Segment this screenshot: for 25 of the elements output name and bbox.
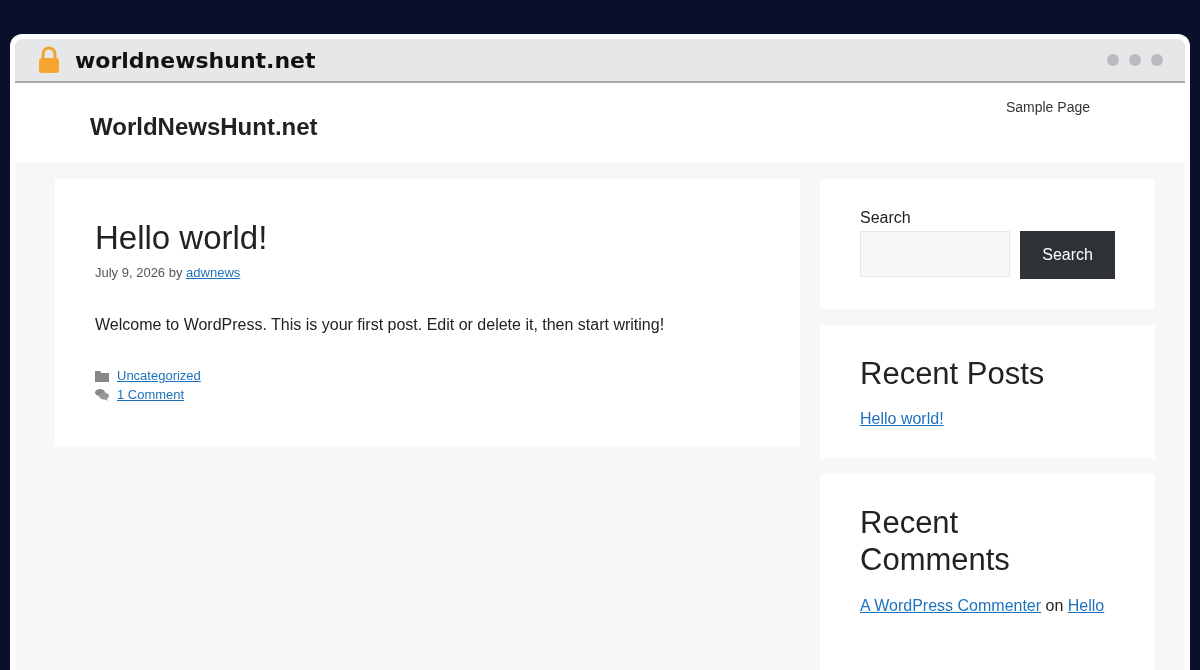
folder-icon: [95, 369, 109, 382]
comments-link[interactable]: 1 Comment: [117, 387, 185, 402]
widget-title: Recent Comments: [860, 504, 1011, 579]
post-date: July 9, 2026 by: [95, 265, 183, 280]
window-dot[interactable]: [1151, 54, 1163, 66]
commenter-link[interactable]: A WordPress Commenter: [860, 596, 1042, 614]
post-link[interactable]: Hello: [1067, 596, 1105, 614]
search-label: Search: [860, 209, 912, 227]
lock-icon: [37, 46, 61, 74]
author-link[interactable]: adwnews: [186, 265, 241, 280]
category-link[interactable]: Uncategorized: [117, 368, 201, 383]
search-field[interactable]: [860, 231, 1011, 277]
window-dot[interactable]: [1129, 54, 1141, 66]
post-link[interactable]: Hello world!: [860, 410, 944, 428]
site-title[interactable]: WorldNewsHunt.net: [90, 113, 318, 141]
address-bar[interactable]: worldnewshunt.net: [15, 39, 1185, 83]
comments-icon: [95, 388, 109, 401]
search-button[interactable]: Search: [1020, 231, 1115, 279]
widget-title: Recent Posts: [860, 355, 1046, 393]
post-body: Welcome to WordPress. This is your first post. Edit or delete it, then start writing!: [95, 316, 666, 334]
post-title: Hello world!: [95, 219, 269, 257]
nav-link[interactable]: Sample Page: [1005, 99, 1090, 115]
on-text: on: [1045, 596, 1064, 614]
window-dot[interactable]: [1107, 54, 1119, 66]
address-text: worldnewshunt.net: [75, 47, 316, 73]
